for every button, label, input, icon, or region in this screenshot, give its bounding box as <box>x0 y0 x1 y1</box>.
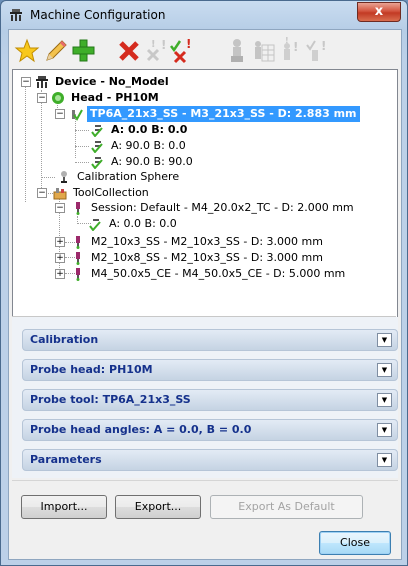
probe-icon <box>231 39 243 62</box>
tree-label-device: Device - No_Model <box>55 75 169 88</box>
stylus-icon <box>76 236 80 249</box>
collapse-toggle[interactable]: − <box>37 188 47 198</box>
star-icon[interactable] <box>14 37 40 65</box>
group-label: Calibration <box>30 333 99 346</box>
export-as-default-button[interactable]: Export As Default <box>210 495 363 519</box>
toolbar: ! ! ! ! ! ! <box>12 34 398 68</box>
tree-label-tool-collection: ToolCollection <box>73 186 149 199</box>
chevron-down-icon[interactable]: ▼ <box>377 423 392 437</box>
svg-text:!: ! <box>151 39 156 50</box>
collapse-toggle[interactable]: − <box>37 93 47 103</box>
calibration-sphere-icon <box>61 171 67 183</box>
probe-warning-icon: ! ! <box>284 37 298 60</box>
expand-toggle[interactable]: + <box>55 237 65 247</box>
validate-delete-icon[interactable]: ! <box>168 37 194 65</box>
group-label: Probe head: PH10M <box>30 363 153 376</box>
tree-label-tool: M4_50.0x5_CE - M4_50.0x5_CE - D: 5.000 m… <box>91 267 346 280</box>
delete-icon[interactable] <box>116 37 142 65</box>
add-icon[interactable] <box>70 37 96 65</box>
angle-check-icon <box>89 219 101 231</box>
tree-label-session: Session: Default - M4_20.0x2_TC - D: 2.0… <box>91 201 354 214</box>
expand-toggle[interactable]: + <box>55 269 65 279</box>
group-probe-tool[interactable]: Probe tool: TP6A_21x3_SS ▼ <box>22 389 398 411</box>
group-parameters[interactable]: Parameters ▼ <box>22 449 398 471</box>
machine-icon <box>36 76 48 88</box>
configuration-tree[interactable]: − Device - No_Model − Head - PH10M − TP6… <box>12 69 398 318</box>
collapse-toggle[interactable]: − <box>21 77 31 87</box>
import-button[interactable]: Import... <box>21 495 107 519</box>
app-icon <box>10 9 22 21</box>
collapse-toggle[interactable]: − <box>55 203 65 213</box>
chevron-down-icon[interactable]: ▼ <box>377 363 392 377</box>
tree-label-angle: A: 0.0 B: 0.0 <box>111 123 188 136</box>
svg-text:!: ! <box>186 37 191 51</box>
settings-panel: Calibration ▼ Probe head: PH10M ▼ Probe … <box>12 317 398 478</box>
group-calibration[interactable]: Calibration ▼ <box>22 329 398 351</box>
chevron-down-icon[interactable]: ▼ <box>377 333 392 347</box>
tree-label-angle: A: 90.0 B: 0.0 <box>111 139 186 152</box>
svg-text:!: ! <box>293 40 298 54</box>
tree-label-head: Head - PH10M <box>71 91 159 104</box>
dialog-body: ! ! ! ! ! ! − Device - No_Model − Head -… <box>8 29 402 560</box>
tree-label-angle: A: 90.0 B: 90.0 <box>111 155 193 168</box>
tree-label-selected-tool: TP6A_21x3_SS - M3_21x3_SS - D: 2.883 mm <box>87 106 360 122</box>
angle-check-icon <box>91 141 103 153</box>
angle-check-icon <box>91 157 103 169</box>
probe-tool-check-icon <box>72 109 83 121</box>
delete-disabled-icon[interactable]: ! ! <box>142 37 168 65</box>
pencil-icon[interactable] <box>42 37 68 65</box>
stylus-icon <box>76 268 80 281</box>
chevron-down-icon[interactable]: ▼ <box>377 453 392 467</box>
probe-check-icon: ! <box>306 39 326 61</box>
close-button[interactable]: Close <box>319 531 391 555</box>
group-probe-head-angles[interactable]: Probe head angles: A = 0.0, B = 0.0 ▼ <box>22 419 398 441</box>
collapse-toggle[interactable]: − <box>55 109 65 119</box>
chevron-down-icon[interactable]: ▼ <box>377 393 392 407</box>
tree-label-tool: M2_10x3_SS - M2_10x3_SS - D: 3.000 mm <box>91 235 323 248</box>
expand-toggle[interactable]: + <box>55 253 65 263</box>
tree-label-calibration-sphere: Calibration Sphere <box>77 170 180 183</box>
export-button[interactable]: Export... <box>115 495 201 519</box>
window-close-button[interactable]: x <box>357 2 401 22</box>
tool-collection-icon <box>53 188 67 200</box>
group-label: Parameters <box>30 453 102 466</box>
stylus-icon <box>76 202 80 215</box>
machine-configuration-window: Machine Configuration x ! ! ! ! ! ! − De… <box>0 0 408 566</box>
group-label: Probe tool: TP6A_21x3_SS <box>30 393 191 406</box>
tree-label-session-angle: A: 0.0 B: 0.0 <box>109 217 177 230</box>
footer-separator <box>12 480 398 481</box>
group-label: Probe head angles: A = 0.0, B = 0.0 <box>30 423 252 436</box>
window-title: Machine Configuration <box>30 8 166 22</box>
title-bar[interactable]: Machine Configuration x <box>1 1 407 29</box>
angle-check-icon <box>91 125 103 137</box>
svg-text:!: ! <box>321 39 326 53</box>
group-probe-head[interactable]: Probe head: PH10M ▼ <box>22 359 398 381</box>
svg-text:!: ! <box>285 37 289 45</box>
svg-text:!: ! <box>161 38 166 52</box>
stylus-icon <box>76 252 80 265</box>
tree-label-tool: M2_10x8_SS - M2_10x3_SS - D: 3.000 mm <box>91 251 323 264</box>
probe-head-icon <box>52 92 64 104</box>
probe-table-icon <box>255 41 275 62</box>
